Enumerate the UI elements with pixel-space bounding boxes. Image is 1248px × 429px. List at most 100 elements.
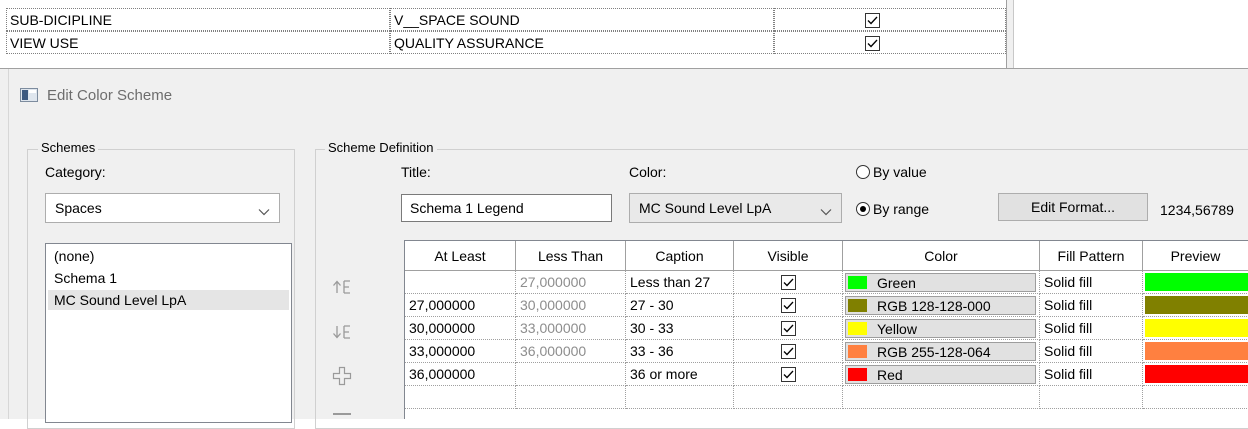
edit-format-button[interactable]: Edit Format... — [998, 193, 1148, 221]
color-button[interactable]: Green — [845, 273, 1036, 292]
header-preview[interactable]: Preview — [1143, 241, 1248, 271]
cell-caption[interactable]: 27 - 30 — [626, 294, 734, 317]
preview-fill — [1145, 296, 1248, 314]
cell-preview — [1143, 363, 1248, 386]
by-range-radio[interactable]: By range — [856, 201, 929, 217]
category-label: Category: — [45, 164, 106, 180]
cell-caption[interactable]: 30 - 33 — [626, 317, 734, 340]
visible-checkbox[interactable] — [780, 297, 796, 313]
header-at-least[interactable]: At Least — [405, 241, 516, 271]
by-value-radio[interactable]: By value — [856, 164, 927, 180]
property-checkbox[interactable] — [865, 36, 880, 51]
cell-fill-pattern[interactable]: Solid fill — [1040, 363, 1143, 386]
cell-visible — [734, 317, 843, 340]
cell-preview — [1143, 271, 1248, 294]
property-row: SUB-DICIPLINE V__SPACE SOUND — [6, 8, 1006, 32]
cell-visible — [734, 271, 843, 294]
dialog-title: Edit Color Scheme — [47, 86, 173, 104]
header-less-than[interactable]: Less Than — [516, 241, 626, 271]
cell-less-than[interactable]: 33,000000 — [516, 317, 626, 340]
schemes-list[interactable]: (none) Schema 1 MC Sound Level LpA — [45, 243, 292, 423]
color-button[interactable]: Yellow — [845, 319, 1036, 338]
cell-less-than[interactable]: 36,000000 — [516, 340, 626, 363]
color-swatch — [848, 276, 867, 289]
cell-empty[interactable] — [843, 386, 1040, 409]
cell-preview — [1143, 340, 1248, 363]
visible-checkbox[interactable] — [780, 274, 796, 290]
title-input[interactable]: Schema 1 Legend — [401, 194, 612, 222]
header-color[interactable]: Color — [843, 241, 1040, 271]
header-caption[interactable]: Caption — [626, 241, 734, 271]
cell-at-least[interactable]: 33,000000 — [405, 340, 516, 363]
category-select[interactable]: Spaces — [45, 193, 280, 223]
cell-empty[interactable] — [516, 386, 626, 409]
preview-fill — [1145, 319, 1248, 337]
cell-empty[interactable] — [1143, 386, 1248, 409]
scheme-item[interactable]: Schema 1 — [54, 268, 117, 288]
preview-fill — [1145, 342, 1248, 360]
visible-checkbox[interactable] — [780, 366, 796, 382]
cell-visible — [734, 340, 843, 363]
cell-at-least[interactable] — [405, 271, 516, 294]
visible-checkbox[interactable] — [780, 320, 796, 336]
color-swatch — [848, 368, 867, 381]
remove-row-icon[interactable] — [333, 413, 351, 415]
cell-empty[interactable] — [1040, 386, 1143, 409]
property-name: VIEW USE — [6, 31, 390, 54]
dialog-titlebar: Edit Color Scheme — [20, 85, 172, 105]
color-button[interactable]: RGB 128-128-000 — [845, 296, 1036, 315]
title-label: Title: — [401, 164, 431, 180]
move-up-icon[interactable] — [332, 277, 352, 297]
dialog-border — [0, 69, 9, 419]
color-parameter-value: MC Sound Level LpA — [639, 200, 772, 216]
cell-caption[interactable]: Less than 27 — [626, 271, 734, 294]
color-name: RGB 255-128-064 — [877, 343, 991, 360]
color-swatch — [848, 345, 867, 358]
cell-caption[interactable]: 33 - 36 — [626, 340, 734, 363]
property-name: SUB-DICIPLINE — [6, 8, 390, 31]
cell-caption[interactable]: 36 or more — [626, 363, 734, 386]
cell-at-least[interactable]: 27,000000 — [405, 294, 516, 317]
panel-scrollbar-edge — [1006, 0, 1014, 68]
cell-color: Red — [843, 363, 1040, 386]
cell-less-than[interactable]: 27,000000 — [516, 271, 626, 294]
cell-preview — [1143, 294, 1248, 317]
dialog-app-icon — [20, 88, 38, 102]
header-visible[interactable]: Visible — [734, 241, 843, 271]
move-down-icon[interactable] — [332, 322, 352, 342]
property-value[interactable]: V__SPACE SOUND — [390, 8, 774, 31]
cell-fill-pattern[interactable]: Solid fill — [1040, 340, 1143, 363]
cell-at-least[interactable]: 30,000000 — [405, 317, 516, 340]
cell-color: Yellow — [843, 317, 1040, 340]
cell-less-than[interactable] — [516, 363, 626, 386]
cell-at-least[interactable]: 36,000000 — [405, 363, 516, 386]
color-name: Green — [877, 274, 916, 291]
add-row-icon[interactable] — [332, 366, 352, 386]
schemes-group-label: Schemes — [38, 140, 99, 155]
color-name: Yellow — [877, 320, 917, 337]
color-label: Color: — [629, 164, 667, 180]
format-sample: 1234,56789 — [1160, 202, 1234, 218]
scheme-item-selected[interactable]: MC Sound Level LpA — [48, 290, 289, 310]
cell-empty[interactable] — [626, 386, 734, 409]
cell-empty[interactable] — [405, 386, 516, 409]
cell-preview — [1143, 317, 1248, 340]
property-checkbox[interactable] — [865, 13, 880, 28]
header-fill-pattern[interactable]: Fill Pattern — [1040, 241, 1143, 271]
property-value[interactable]: QUALITY ASSURANCE — [390, 31, 774, 54]
radio-circle — [856, 165, 870, 179]
cell-less-than[interactable]: 30,000000 — [516, 294, 626, 317]
property-row: VIEW USE QUALITY ASSURANCE — [6, 31, 1006, 55]
scheme-grid: At Least Less Than Caption Visible Color… — [404, 240, 1248, 419]
color-button[interactable]: RGB 255-128-064 — [845, 342, 1036, 361]
scheme-item[interactable]: (none) — [54, 246, 94, 266]
visible-checkbox[interactable] — [780, 343, 796, 359]
color-parameter-select[interactable]: MC Sound Level LpA — [629, 193, 842, 223]
scheme-definition-label: Scheme Definition — [325, 140, 437, 155]
cell-fill-pattern[interactable]: Solid fill — [1040, 317, 1143, 340]
cell-fill-pattern[interactable]: Solid fill — [1040, 294, 1143, 317]
cell-fill-pattern[interactable]: Solid fill — [1040, 271, 1143, 294]
cell-empty[interactable] — [734, 386, 843, 409]
color-button[interactable]: Red — [845, 365, 1036, 384]
color-name: Red — [877, 366, 903, 383]
